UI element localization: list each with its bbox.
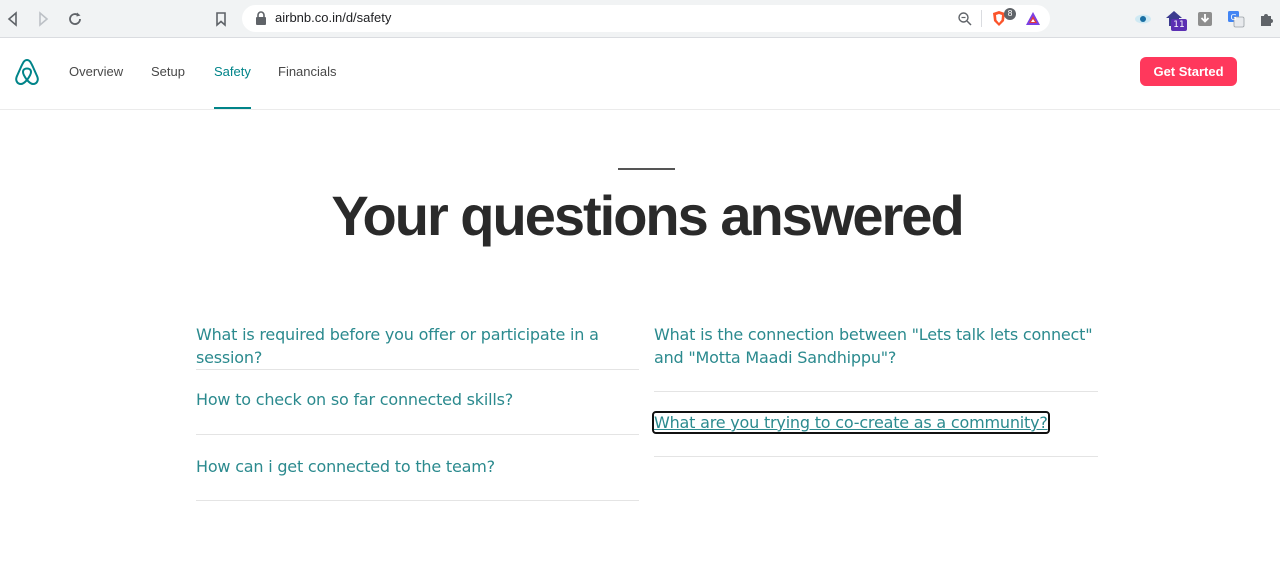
forward-button[interactable]	[33, 9, 53, 29]
nav-financials[interactable]: Financials	[278, 64, 337, 79]
faq-question[interactable]: What is the connection between "Lets tal…	[654, 323, 1098, 369]
faq-item: What is required before you offer or par…	[196, 311, 639, 370]
bookmark-icon	[216, 12, 226, 27]
nav-setup[interactable]: Setup	[151, 64, 185, 79]
shield-count-badge: 8	[1004, 8, 1016, 20]
active-tab-indicator	[214, 107, 251, 109]
nav-overview[interactable]: Overview	[69, 64, 123, 79]
faq-question[interactable]: How can i get connected to the team?	[196, 457, 495, 476]
faq-column-left: What is required before you offer or par…	[196, 311, 639, 501]
section-divider	[618, 168, 675, 170]
nav-safety[interactable]: Safety	[214, 64, 251, 79]
eye-extension-icon[interactable]	[1133, 9, 1153, 29]
faq-item: What is the connection between "Lets tal…	[654, 311, 1098, 392]
page-title: Your questions answered	[331, 184, 964, 247]
brave-rewards-icon[interactable]	[1024, 10, 1042, 28]
faq-item: What are you trying to co-create as a co…	[652, 392, 1098, 457]
back-icon	[7, 11, 17, 27]
url-text: airbnb.co.in/d/safety	[275, 10, 392, 25]
faq-item: How can i get connected to the team?	[196, 435, 639, 501]
extensions-puzzle-icon[interactable]	[1257, 9, 1277, 29]
reload-icon	[69, 12, 81, 25]
site-header: Overview Setup Safety Financials Get Sta…	[0, 38, 1280, 110]
address-bar[interactable]: airbnb.co.in/d/safety 8	[242, 5, 1050, 32]
svg-text:G: G	[1231, 13, 1237, 22]
faq-item: How to check on so far connected skills?	[196, 370, 639, 435]
translate-extension-icon[interactable]: G	[1226, 9, 1246, 29]
faq-question[interactable]: What is required before you offer or par…	[196, 325, 599, 367]
extension-badge: 11	[1171, 19, 1187, 31]
faq-question[interactable]: How to check on so far connected skills?	[196, 390, 513, 409]
get-started-button[interactable]: Get Started	[1140, 57, 1237, 86]
faq-question-focused[interactable]: What are you trying to co-create as a co…	[652, 411, 1050, 434]
omnibox-divider	[981, 10, 982, 27]
download-extension-icon[interactable]	[1195, 9, 1215, 29]
reload-button[interactable]	[65, 9, 85, 29]
forward-icon	[39, 11, 49, 27]
lock-icon	[256, 11, 266, 25]
bookmark-button[interactable]	[211, 9, 231, 29]
airbnb-logo-icon[interactable]	[14, 57, 40, 87]
zoom-icon[interactable]	[956, 10, 974, 28]
browser-toolbar: airbnb.co.in/d/safety 8 11 G	[0, 0, 1280, 38]
back-button[interactable]	[3, 9, 23, 29]
faq-column-right: What is the connection between "Lets tal…	[652, 311, 1098, 457]
